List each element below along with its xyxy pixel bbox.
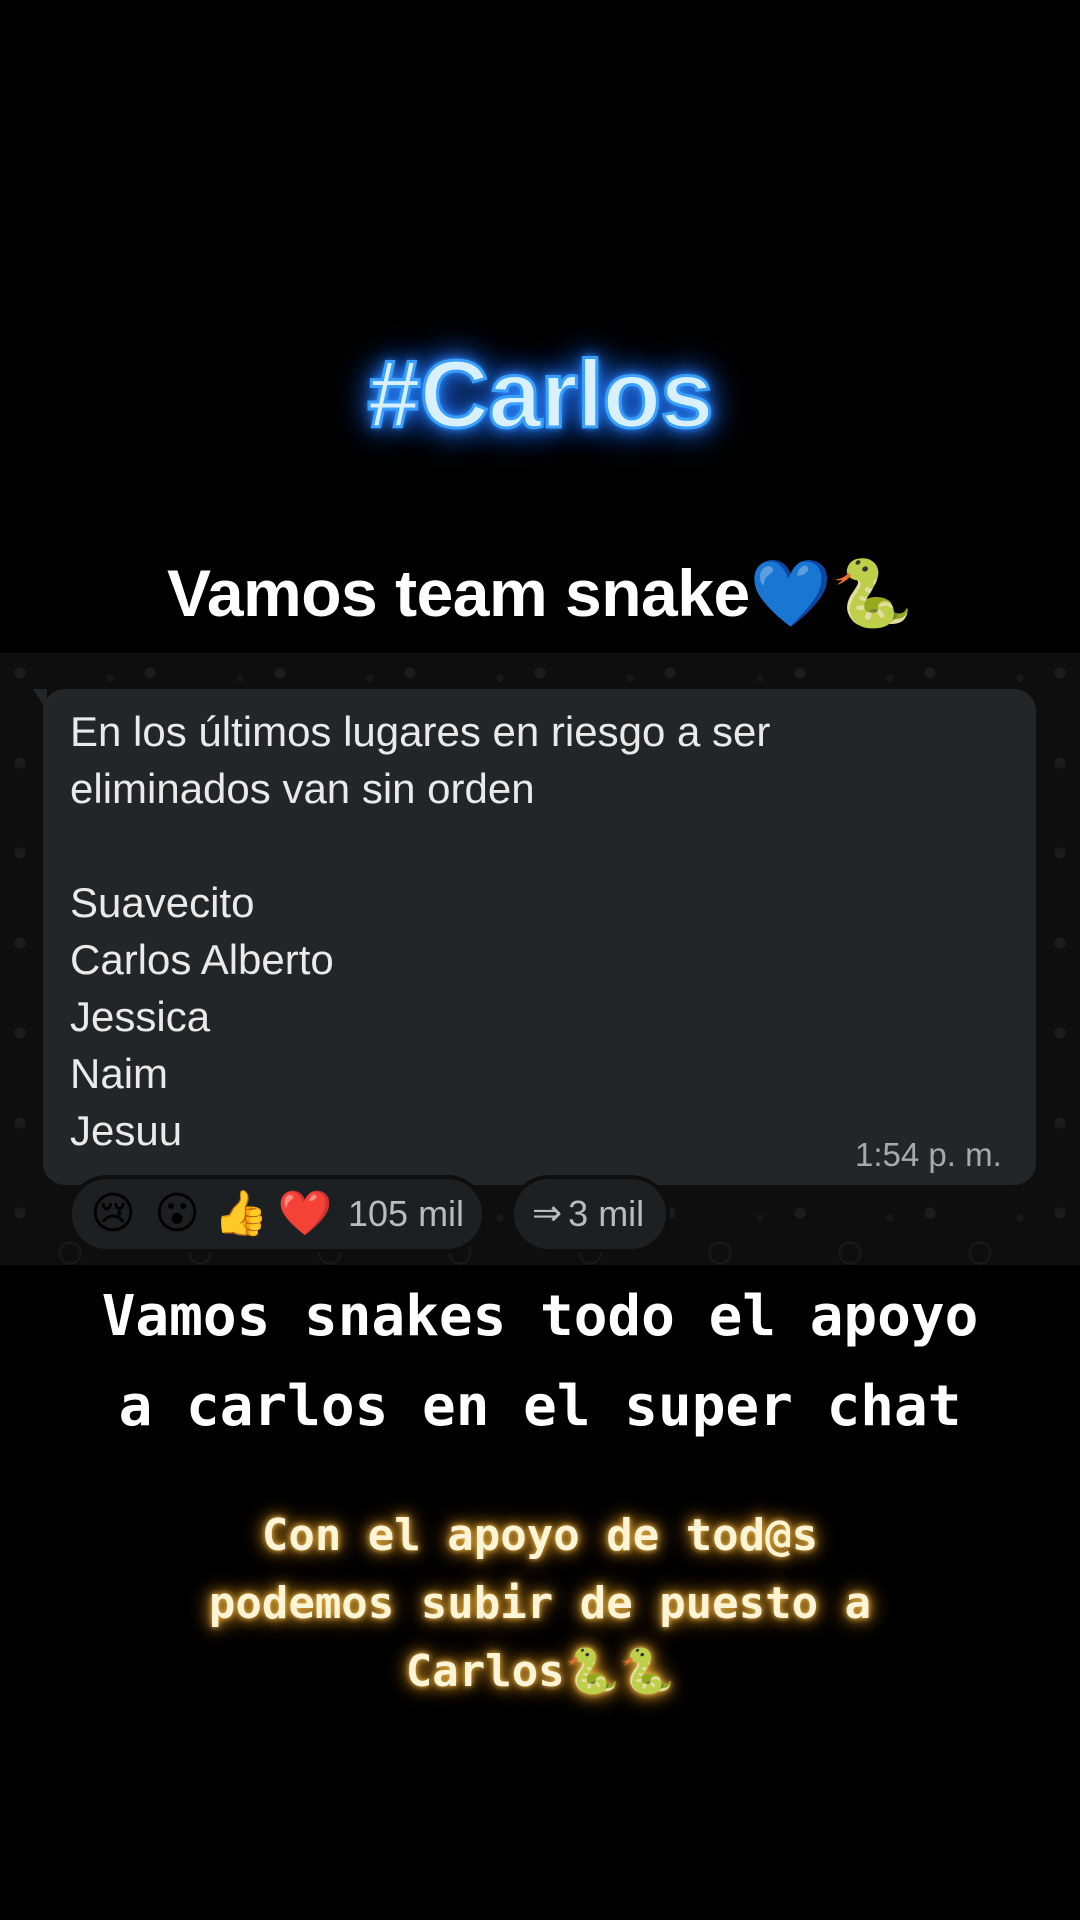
hashtag-title: #Carlos <box>366 340 715 450</box>
thumbs-up-reaction-icon: 👍 <box>213 1188 269 1239</box>
message-text: En los últimos lugares en riesgo a ser e… <box>70 708 771 1154</box>
surprised-face-reaction-icon: 😮 <box>154 1188 200 1239</box>
forward-count: 3 mil <box>568 1193 645 1234</box>
message-timestamp: 1:54 p. m. <box>855 1136 1002 1173</box>
team-snake-line: Vamos team snake💙🐍 <box>166 556 914 630</box>
heart-reaction-icon: ❤️ <box>277 1188 333 1239</box>
chat-screenshot: En los últimos lugares en riesgo a ser e… <box>0 653 1080 1265</box>
glow-caption: Con el apoyo de tod@s podemos subir de p… <box>208 1510 872 1697</box>
forwards-pill[interactable]: ⇒ 3 mil <box>510 1175 671 1253</box>
crying-face-reaction-icon: 😢 <box>90 1188 136 1239</box>
support-caption: Vamos snakes todo el apoyo a carlos en e… <box>101 1284 979 1439</box>
reaction-count: 105 mil <box>348 1193 465 1234</box>
forward-arrow-icon: ⇒ <box>532 1193 563 1234</box>
reactions-pill[interactable]: 😢 😮 👍 ❤️ 105 mil <box>68 1175 487 1253</box>
